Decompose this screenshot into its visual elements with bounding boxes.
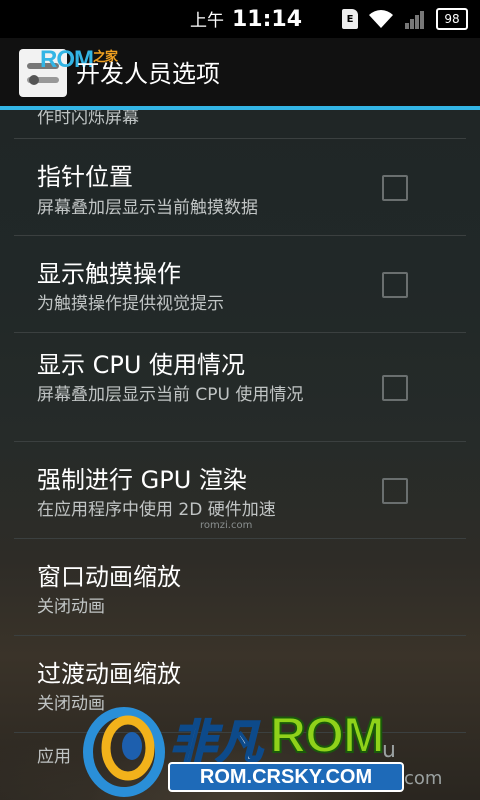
list-item-label: 显示 CPU 使用情况 — [37, 351, 246, 379]
force-gpu-checkbox[interactable] — [382, 478, 408, 504]
feifan-tail-text: u — [382, 738, 396, 763]
screen: 上午 11:14 E 98 ROM之家 开发人员选项 作时闪烁屏幕 指针位置 屏… — [0, 0, 480, 800]
list-item-summary: 关闭动画 — [37, 597, 105, 617]
list-item-summary: 作时闪烁屏幕 — [37, 110, 139, 128]
pointer-location-checkbox[interactable] — [382, 175, 408, 201]
list-item-label: 过渡动画缩放 — [37, 660, 181, 688]
signal-strength-icon — [404, 9, 426, 29]
show-touches-checkbox[interactable] — [382, 272, 408, 298]
feifan-rom-text: ROM — [269, 706, 386, 764]
clock-ampm: 上午 — [190, 11, 224, 31]
list-item-label: 强制进行 GPU 渲染 — [37, 466, 247, 494]
feifan-com-text: com — [404, 768, 443, 789]
status-icons: E 98 — [342, 8, 468, 30]
slider-knob-icon-part — [29, 75, 39, 85]
list-item-summary: 为触摸操作提供视觉提示 — [37, 294, 224, 314]
feifan-url-text: ROM.CRSKY.COM — [168, 762, 404, 792]
feifan-logo-icon — [83, 707, 165, 797]
feifan-rom-watermark: 非凡 ROM u ROM.CRSKY.COM com — [82, 700, 480, 800]
battery-icon: 98 — [436, 8, 468, 30]
show-cpu-usage-checkbox[interactable] — [382, 375, 408, 401]
sim-card-icon: E — [342, 9, 358, 29]
list-item-show-cpu-usage[interactable]: 显示 CPU 使用情况 屏幕叠加层显示当前 CPU 使用情况 — [14, 333, 466, 442]
clock: 上午 11:14 — [190, 6, 302, 32]
list-item-pointer-location[interactable]: 指针位置 屏幕叠加层显示当前触摸数据 — [14, 139, 466, 236]
list-item-partial[interactable]: 作时闪烁屏幕 — [14, 110, 466, 139]
clock-time: 11:14 — [232, 7, 303, 32]
list-item-summary: 屏幕叠加层显示当前 CPU 使用情况 — [37, 385, 304, 405]
preference-list: 作时闪烁屏幕 指针位置 屏幕叠加层显示当前触摸数据 显示触摸操作 为触摸操作提供… — [0, 110, 480, 793]
status-bar: 上午 11:14 E 98 — [0, 0, 480, 38]
list-item-label: 显示触摸操作 — [37, 260, 181, 288]
page-title: 开发人员选项 — [76, 60, 220, 88]
list-item-summary: 在应用程序中使用 2D 硬件加速 — [37, 500, 276, 520]
list-item-label: 指针位置 — [37, 163, 133, 191]
list-item-label: 窗口动画缩放 — [37, 563, 181, 591]
list-item-window-animation-scale[interactable]: 窗口动画缩放 关闭动画 — [14, 539, 466, 636]
list-item-show-touches[interactable]: 显示触摸操作 为触摸操作提供视觉提示 — [14, 236, 466, 333]
wifi-icon — [368, 9, 394, 29]
list-item-summary: 屏幕叠加层显示当前触摸数据 — [37, 198, 258, 218]
romzi-watermark: romzi.com — [200, 520, 253, 531]
